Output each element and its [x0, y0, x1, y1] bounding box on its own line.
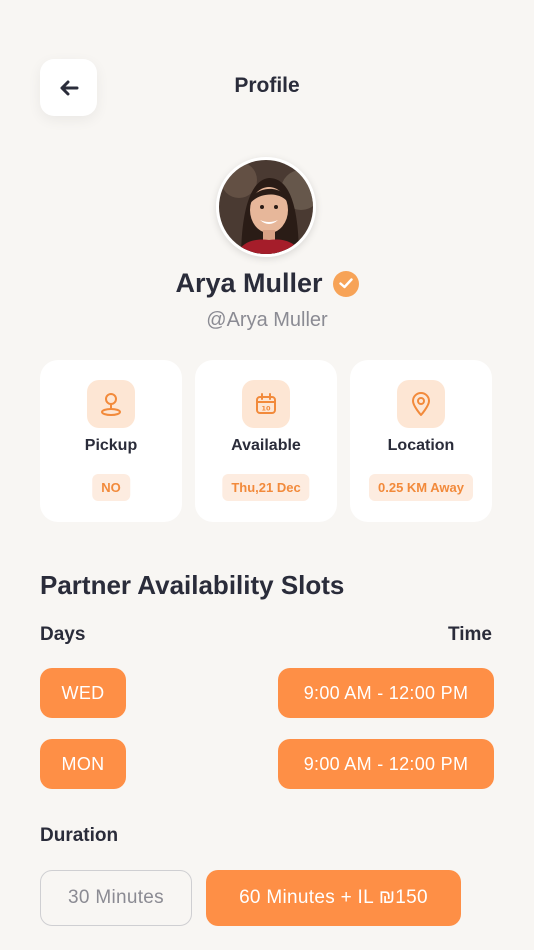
day-pill-mon[interactable]: MON — [40, 739, 126, 789]
svg-text:10: 10 — [261, 405, 271, 413]
day-pill-wed[interactable]: WED — [40, 668, 126, 718]
pickup-label: Pickup — [84, 437, 138, 454]
location-pin-icon — [397, 380, 445, 428]
location-value: 0.25 KM Away — [369, 474, 473, 501]
profile-name: Arya Muller — [175, 268, 323, 298]
calendar-icon: 10 — [242, 380, 290, 428]
time-pill-wed[interactable]: 9:00 AM - 12:00 PM — [278, 668, 494, 718]
location-label: Location — [387, 437, 455, 454]
time-label: Time — [447, 624, 492, 645]
slots-section-title: Partner Availability Slots — [40, 570, 345, 600]
duration-label: Duration — [40, 825, 119, 846]
pickup-value: NO — [92, 474, 130, 501]
verified-badge-icon — [332, 270, 359, 297]
profile-handle: @Arya Muller — [206, 309, 328, 331]
days-label: Days — [40, 624, 86, 645]
profile-name-row: Arya Muller — [0, 268, 534, 299]
pickup-pin-icon — [87, 380, 135, 428]
location-card: Location 0.25 KM Away — [350, 360, 492, 522]
pickup-card: Pickup NO — [40, 360, 182, 522]
avatar — [216, 157, 316, 257]
duration-option-30[interactable]: 30 Minutes — [40, 870, 192, 926]
page-title: Profile — [234, 74, 300, 97]
time-pill-mon[interactable]: 9:00 AM - 12:00 PM — [278, 739, 494, 789]
duration-option-60[interactable]: 60 Minutes + IL ₪150 — [206, 870, 461, 926]
available-value: Thu,21 Dec — [222, 474, 310, 501]
available-label: Available — [231, 437, 301, 454]
available-card: 10 Available Thu,21 Dec — [195, 360, 337, 522]
